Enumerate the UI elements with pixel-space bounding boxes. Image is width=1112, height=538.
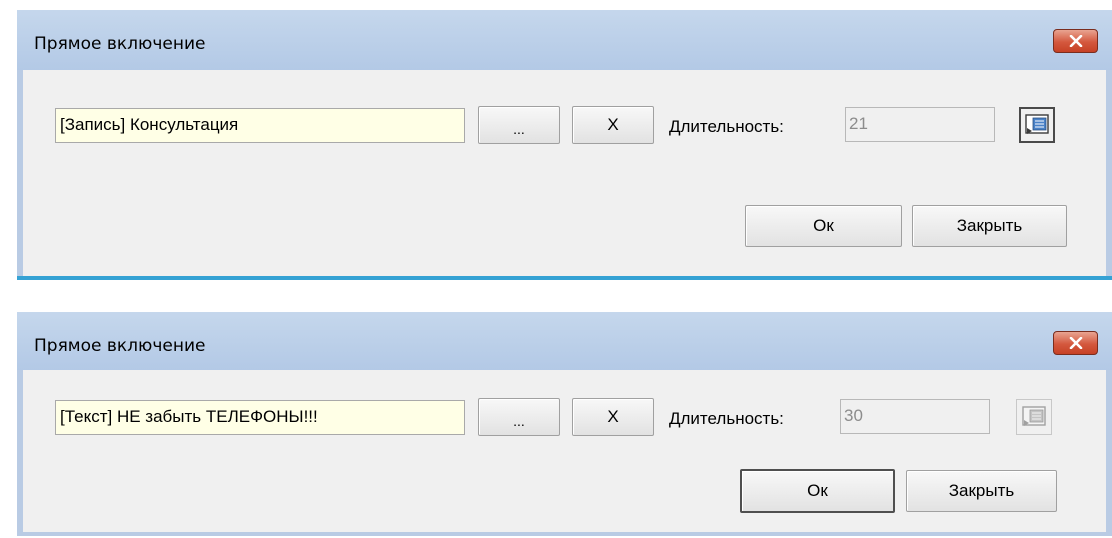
close-x-icon [1069, 337, 1082, 349]
ok-button[interactable]: Ок [745, 205, 902, 247]
duration-field[interactable]: 30 [840, 399, 990, 434]
source-field[interactable]: [Текст] НЕ забыть ТЕЛЕФОНЫ!!! [55, 400, 465, 435]
titlebar: Прямое включение [17, 10, 1112, 70]
close-window-button[interactable] [1053, 331, 1098, 355]
ok-button[interactable]: Ок [740, 469, 895, 513]
duration-field[interactable]: 21 [845, 107, 995, 142]
close-window-button[interactable] [1053, 29, 1098, 53]
duration-label: Длительность: [669, 409, 784, 428]
panel-toggle-icon [1022, 406, 1046, 426]
titlebar: Прямое включение [17, 312, 1112, 370]
dialog-body: [Запись] Консультация ... X Длительность… [17, 70, 1112, 276]
panel-toggle-button[interactable] [1019, 107, 1055, 143]
dialog-title: Прямое включение [34, 34, 206, 54]
dialog-title: Прямое включение [34, 336, 206, 356]
dialog-body: [Текст] НЕ забыть ТЕЛЕФОНЫ!!! ... X Длит… [17, 370, 1112, 536]
clear-button[interactable]: X [572, 398, 654, 436]
duration-label: Длительность: [669, 117, 784, 136]
panel-toggle-icon [1025, 114, 1049, 134]
close-button[interactable]: Закрыть [912, 205, 1067, 247]
direct-play-dialog-2: Прямое включение [Текст] НЕ забыть ТЕЛЕФ… [17, 312, 1112, 536]
direct-play-dialog-1: Прямое включение [Запись] Консультация .… [17, 10, 1112, 280]
close-x-icon [1069, 35, 1082, 47]
browse-button[interactable]: ... [478, 106, 560, 144]
clear-button[interactable]: X [572, 106, 654, 144]
browse-button[interactable]: ... [478, 398, 560, 436]
panel-toggle-button[interactable] [1016, 399, 1052, 435]
source-field[interactable]: [Запись] Консультация [55, 108, 465, 143]
close-button[interactable]: Закрыть [906, 470, 1057, 512]
